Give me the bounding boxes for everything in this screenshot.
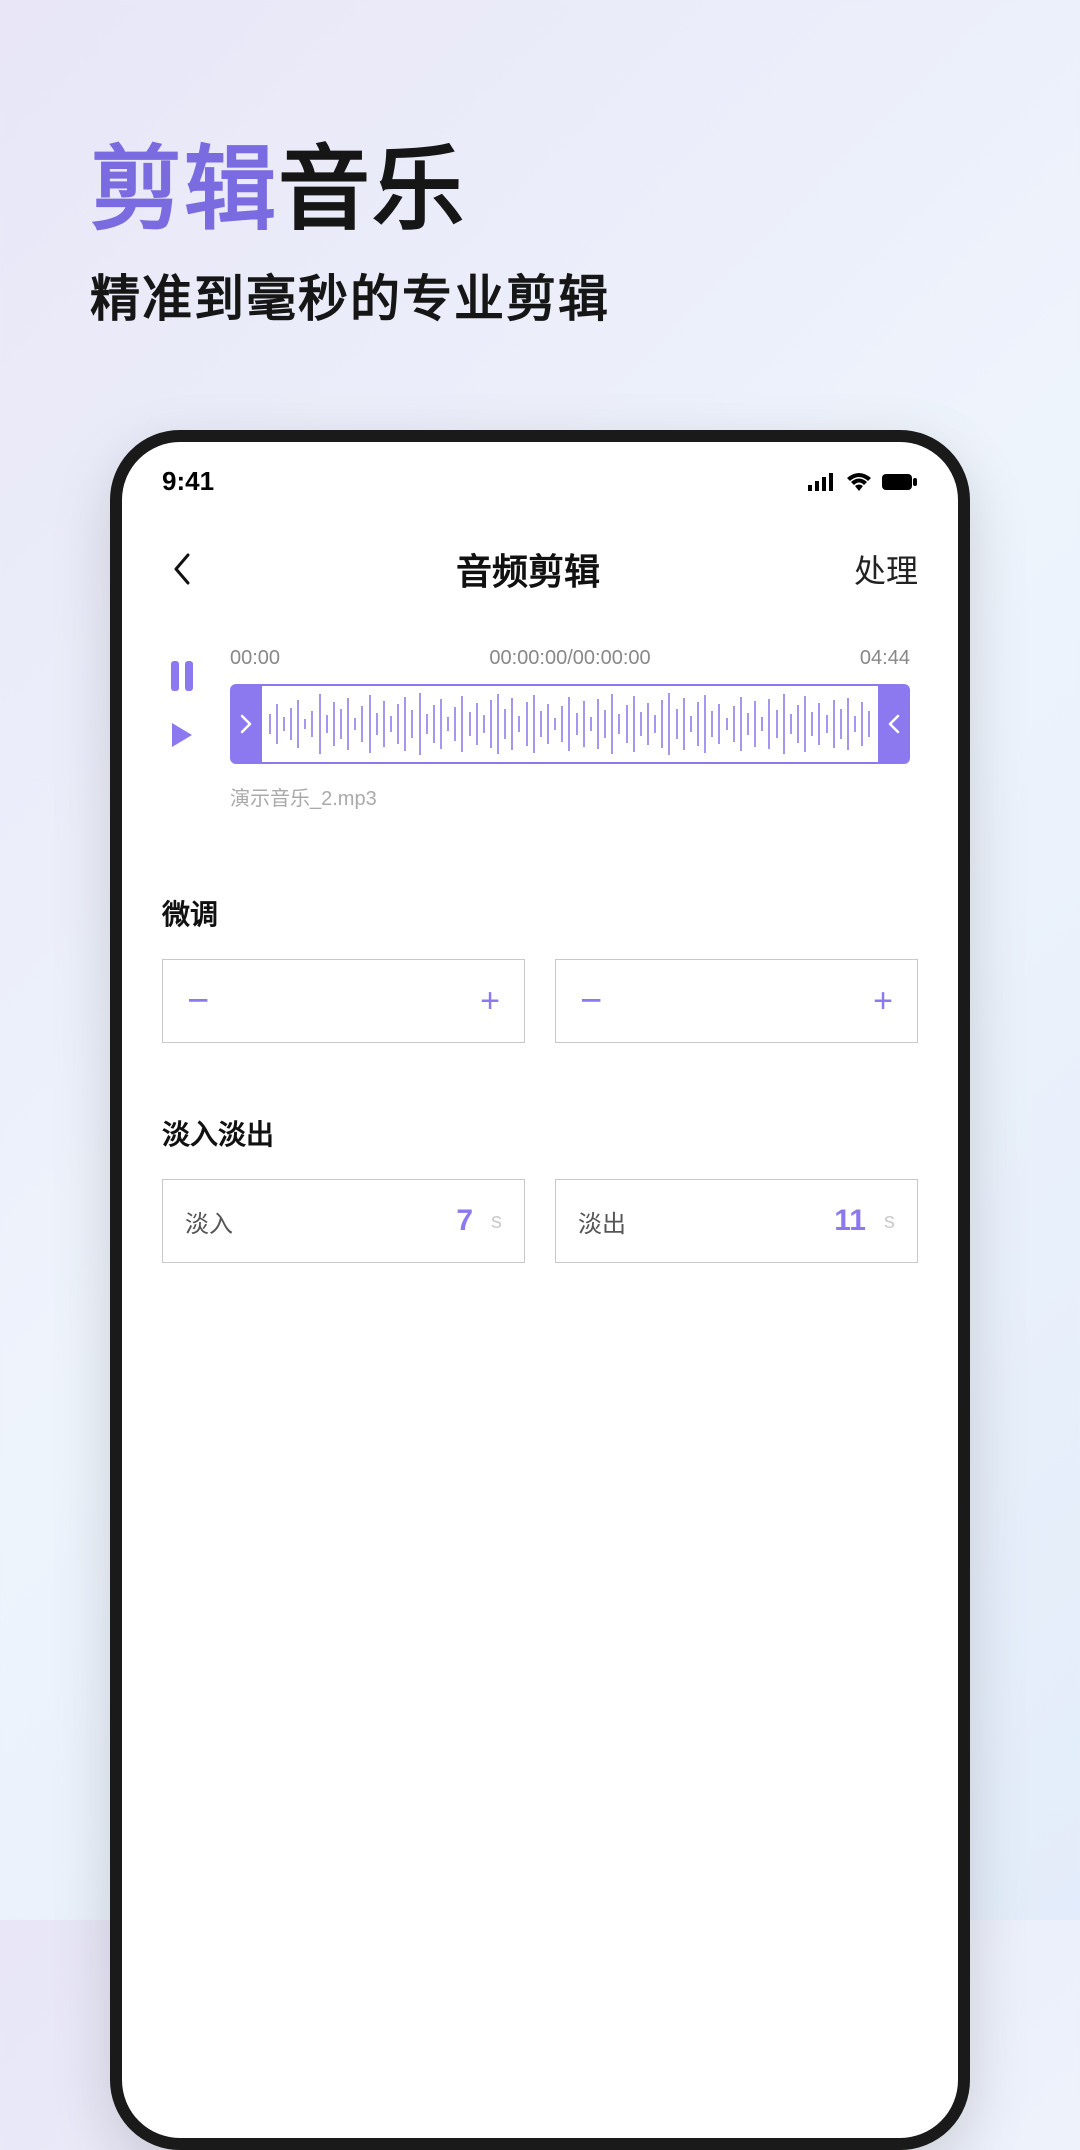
promo-title: 剪辑音乐 — [90, 140, 990, 241]
finetune-right-plus[interactable]: + — [873, 984, 893, 1018]
finetune-left-stepper: − + — [162, 959, 525, 1043]
signal-icon — [808, 473, 836, 491]
finetune-right-minus[interactable]: − — [580, 982, 602, 1020]
back-button[interactable] — [162, 549, 202, 589]
audio-filename: 演示音乐_2.mp3 — [230, 782, 918, 811]
fade-out-unit: s — [884, 1208, 895, 1234]
wifi-icon — [846, 473, 872, 491]
status-time: 9:41 — [162, 466, 214, 497]
process-button[interactable]: 处理 — [854, 546, 918, 592]
pause-button[interactable] — [169, 661, 199, 691]
finetune-left-minus[interactable]: − — [187, 982, 209, 1020]
trim-handle-left[interactable] — [230, 684, 262, 764]
finetune-left-plus[interactable]: + — [480, 984, 500, 1018]
promo-title-dark: 音乐 — [278, 139, 466, 241]
fade-label: 淡入淡出 — [162, 1113, 918, 1153]
phone-mockup: 9:41 音频剪辑 处理 — [110, 430, 970, 2150]
fade-in-label: 淡入 — [185, 1204, 233, 1239]
waveform-track[interactable] — [262, 684, 878, 764]
position-time: 00:00:00/00:00:00 — [489, 647, 650, 670]
promo-subtitle: 精准到毫秒的专业剪辑 — [90, 259, 990, 331]
trim-handle-right[interactable] — [878, 684, 910, 764]
fade-in-field[interactable]: 淡入 7 s — [162, 1179, 525, 1263]
end-time: 04:44 — [860, 647, 910, 670]
finetune-right-stepper: − + — [555, 959, 918, 1043]
promo-title-accent: 剪辑 — [90, 139, 278, 241]
finetune-label: 微调 — [162, 893, 918, 933]
fade-out-field[interactable]: 淡出 11 s — [555, 1179, 918, 1263]
page-title: 音频剪辑 — [456, 543, 600, 595]
fade-out-label: 淡出 — [578, 1204, 626, 1239]
battery-icon — [882, 473, 918, 491]
play-button[interactable] — [169, 721, 199, 751]
status-bar: 9:41 — [122, 442, 958, 507]
fade-out-value: 11 — [834, 1204, 866, 1238]
start-time: 00:00 — [230, 647, 280, 670]
waveform-selector[interactable] — [230, 684, 910, 764]
fade-in-value: 7 — [456, 1204, 473, 1238]
fade-in-unit: s — [491, 1208, 502, 1234]
